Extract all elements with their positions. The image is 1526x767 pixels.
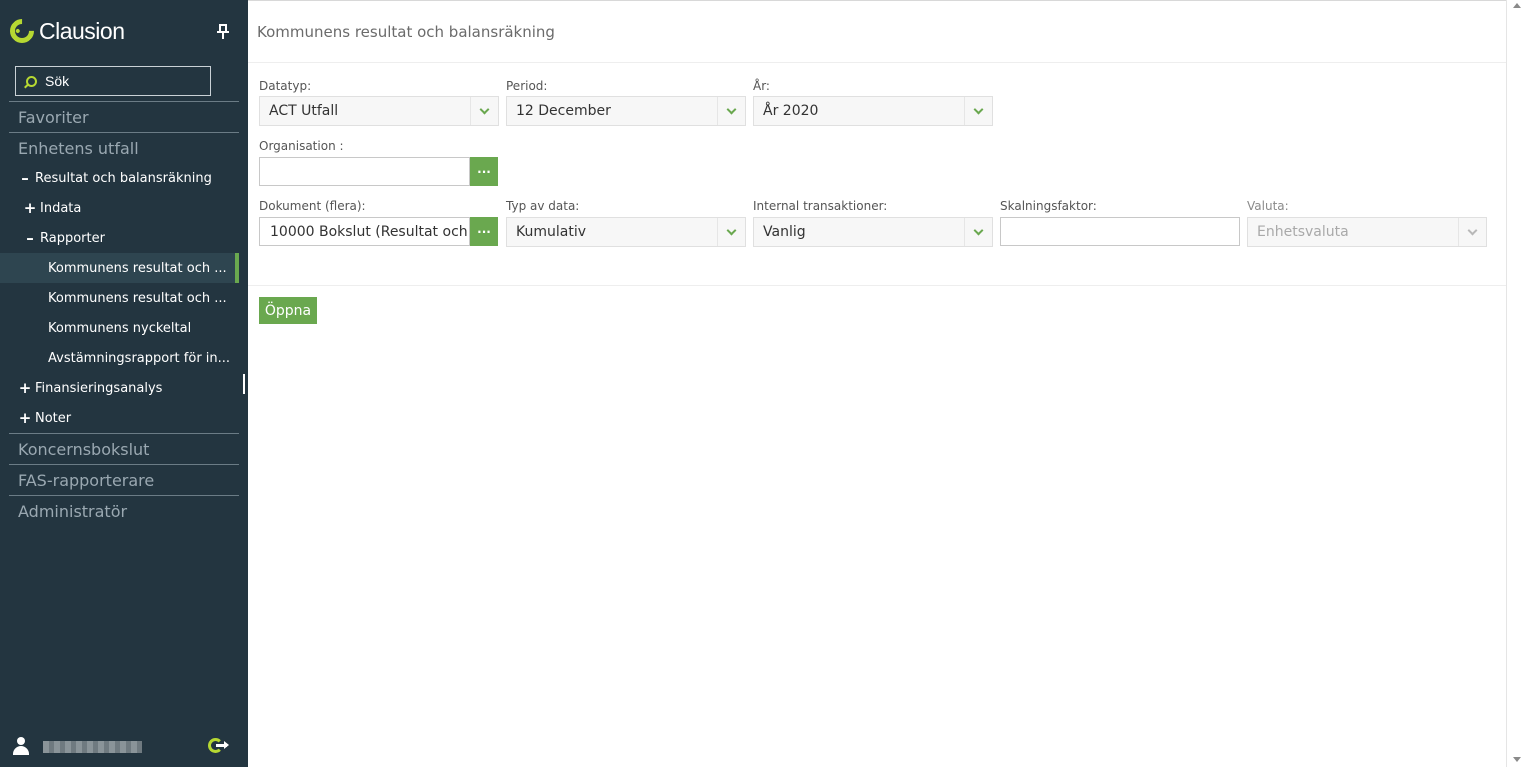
period-select[interactable]: 12 December bbox=[506, 96, 746, 126]
valuta-label: Valuta: bbox=[1247, 199, 1289, 213]
sidebar-scroll-thumb[interactable] bbox=[243, 374, 245, 394]
logo-text: Clausion bbox=[39, 17, 125, 44]
user-name-redacted bbox=[43, 741, 142, 753]
chevron-down-icon bbox=[479, 104, 490, 115]
internal-transaktioner-label: Internal transaktioner: bbox=[753, 199, 888, 213]
ar-label: År: bbox=[753, 79, 770, 93]
internal-transaktioner-select[interactable]: Vanlig bbox=[753, 217, 993, 247]
pin-icon[interactable] bbox=[217, 24, 229, 40]
datatyp-value: ACT Utfall bbox=[269, 103, 339, 119]
dropdown-toggle[interactable] bbox=[717, 97, 745, 125]
main-panel: Kommunens resultat och balansräkning Dat… bbox=[248, 0, 1506, 767]
user-icon[interactable] bbox=[12, 737, 30, 755]
valuta-select: Enhetsvaluta bbox=[1247, 217, 1487, 247]
clausion-logo-icon bbox=[5, 14, 39, 48]
period-value: 12 December bbox=[516, 103, 611, 119]
chevron-down-icon bbox=[726, 104, 737, 115]
open-button[interactable]: Öppna bbox=[259, 297, 317, 324]
dokument-field[interactable]: 10000 Bokslut (Resultat och b bbox=[259, 217, 470, 246]
typ-av-data-select[interactable]: Kumulativ bbox=[506, 217, 746, 247]
tree-item-kommunens-nyckeltal[interactable]: Kommunens nyckeltal bbox=[0, 313, 248, 343]
organisation-browse-button[interactable]: ··· bbox=[470, 157, 498, 186]
scroll-up-icon[interactable] bbox=[1513, 3, 1521, 8]
search-input[interactable]: Sök bbox=[15, 66, 211, 96]
scroll-down-icon[interactable] bbox=[1513, 757, 1521, 762]
tree-item-indata[interactable]: + Indata bbox=[0, 193, 248, 223]
tree-item-rapporter[interactable]: – Rapporter bbox=[0, 223, 248, 253]
clausion-logo[interactable]: Clausion bbox=[5, 14, 125, 48]
tree-item-label: Rapporter bbox=[40, 230, 105, 246]
nav-section-administrator[interactable]: Administratör bbox=[9, 495, 239, 526]
tree-item-label: Indata bbox=[40, 200, 82, 216]
tree-item-label: Resultat och balansräkning bbox=[35, 170, 212, 186]
collapse-icon[interactable]: – bbox=[17, 169, 33, 187]
nav-section-fas-rapporterare[interactable]: FAS-rapporterare bbox=[9, 464, 239, 495]
sidebar-nav: Favoriter Enhetens utfall – Resultat och… bbox=[0, 101, 248, 526]
skalningsfaktor-label: Skalningsfaktor: bbox=[1000, 199, 1097, 213]
dropdown-toggle[interactable] bbox=[964, 97, 992, 125]
ar-select[interactable]: År 2020 bbox=[753, 96, 993, 126]
tree-item-label: Noter bbox=[35, 410, 72, 426]
chevron-down-icon bbox=[726, 225, 737, 236]
divider bbox=[248, 62, 1506, 63]
tree-item-finansieringsanalys[interactable]: + Finansieringsanalys bbox=[0, 373, 248, 403]
tree-item-resultat-och-balansrakning[interactable]: – Resultat och balansräkning bbox=[0, 163, 248, 193]
internal-transaktioner-value: Vanlig bbox=[763, 224, 806, 240]
collapse-icon[interactable]: – bbox=[22, 229, 38, 247]
expand-icon[interactable]: + bbox=[22, 199, 38, 217]
tree-item-report[interactable]: Kommunens resultat och ... bbox=[0, 283, 248, 313]
dokument-label: Dokument (flera): bbox=[259, 199, 366, 213]
organisation-field[interactable] bbox=[259, 157, 470, 186]
typ-av-data-value: Kumulativ bbox=[516, 224, 586, 240]
tree-item-label: Finansieringsanalys bbox=[35, 380, 163, 396]
dropdown-toggle[interactable] bbox=[717, 218, 745, 246]
expand-icon[interactable]: + bbox=[17, 379, 33, 397]
datatyp-select[interactable]: ACT Utfall bbox=[259, 96, 499, 126]
chevron-down-icon bbox=[973, 104, 984, 115]
tree-item-avstamningsrapport[interactable]: Avstämningsrapport för in... bbox=[0, 343, 248, 373]
logout-icon[interactable] bbox=[208, 738, 229, 754]
nav-section-koncernsbokslut[interactable]: Koncernsbokslut bbox=[9, 433, 239, 464]
valuta-value: Enhetsvaluta bbox=[1257, 224, 1349, 240]
organisation-label: Organisation : bbox=[259, 139, 344, 153]
chevron-down-icon bbox=[1467, 225, 1478, 236]
tree-item-report-active[interactable]: Kommunens resultat och ... bbox=[0, 253, 239, 283]
search-icon bbox=[26, 75, 37, 87]
sidebar: Clausion Sök Favoriter Enhetens utfall –… bbox=[0, 0, 248, 767]
expand-icon[interactable]: + bbox=[17, 409, 33, 427]
nav-section-enhetens-utfall[interactable]: Enhetens utfall bbox=[9, 132, 239, 163]
nav-section-favoriter[interactable]: Favoriter bbox=[9, 101, 239, 132]
vertical-scrollbar[interactable] bbox=[1506, 0, 1526, 767]
page-title: Kommunens resultat och balansräkning bbox=[257, 23, 555, 41]
typ-av-data-label: Typ av data: bbox=[506, 199, 580, 213]
ar-value: År 2020 bbox=[763, 103, 819, 119]
dropdown-toggle[interactable] bbox=[470, 97, 498, 125]
dokument-browse-button[interactable]: ··· bbox=[470, 217, 498, 246]
period-label: Period: bbox=[506, 79, 548, 93]
skalningsfaktor-field[interactable] bbox=[1000, 217, 1240, 246]
dropdown-toggle[interactable] bbox=[964, 218, 992, 246]
tree-item-noter[interactable]: + Noter bbox=[0, 403, 248, 433]
search-placeholder: Sök bbox=[45, 73, 70, 89]
divider bbox=[248, 285, 1506, 286]
chevron-down-icon bbox=[973, 225, 984, 236]
datatyp-label: Datatyp: bbox=[259, 79, 312, 93]
dropdown-toggle bbox=[1458, 218, 1486, 246]
